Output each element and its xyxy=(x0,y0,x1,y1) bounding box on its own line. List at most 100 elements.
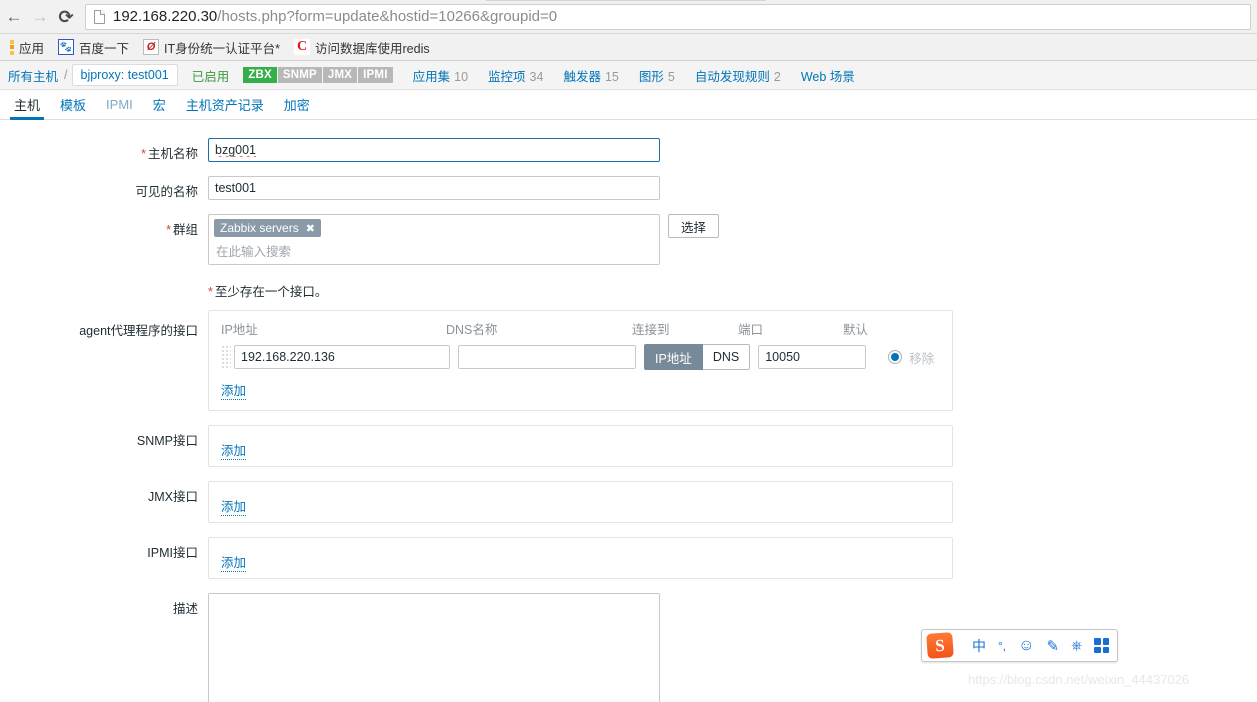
tab-templates[interactable]: 模板 xyxy=(50,90,96,119)
reload-icon[interactable]: ⟳ xyxy=(53,4,79,30)
breadcrumb-separator: / xyxy=(64,68,68,82)
toolbox-grid-icon[interactable] xyxy=(1088,638,1115,653)
table-row: IP地址 DNS 移除 xyxy=(221,344,940,370)
ipmi-interface-control: 添加 xyxy=(208,537,1257,579)
add-agent-interface-link[interactable]: 添加 xyxy=(221,380,247,400)
description-label: 描述 xyxy=(172,602,198,616)
punctuation-icon[interactable]: °, xyxy=(992,639,1012,653)
interface-ip-input[interactable] xyxy=(234,345,450,369)
breadcrumb-all-hosts[interactable]: 所有主机 xyxy=(6,66,60,85)
page-document-icon xyxy=(94,9,105,24)
chinese-mode-icon[interactable]: 中 xyxy=(966,636,992,656)
host-name-control xyxy=(208,138,1257,162)
required-marker: * xyxy=(166,223,171,237)
required-marker: * xyxy=(208,285,213,299)
drag-handle-icon[interactable] xyxy=(221,346,231,368)
breadcrumb-link-discovery-rules[interactable]: 自动发现规则 2 xyxy=(695,66,781,85)
connect-to-toggle: IP地址 DNS xyxy=(644,344,751,370)
field-row-agent-interface: agent代理程序的接口 IP地址 DNS名称 连接到 端口 默认 IP地址 D… xyxy=(0,310,1257,411)
emoji-icon[interactable]: ☺ xyxy=(1012,637,1040,655)
snmp-interface-box: 添加 xyxy=(208,425,953,467)
add-jmx-interface-link[interactable]: 添加 xyxy=(221,496,247,516)
connect-to-dns-button[interactable]: DNS xyxy=(702,344,751,370)
breadcrumb-link-graphs[interactable]: 图形 5 xyxy=(639,66,675,85)
breadcrumb-link-applications[interactable]: 应用集 10 xyxy=(413,66,468,85)
visible-name-control xyxy=(208,176,1257,200)
host-name-label: * 主机名称 xyxy=(0,138,208,162)
tab-macros[interactable]: 宏 xyxy=(143,90,176,119)
tab-encryption[interactable]: 加密 xyxy=(274,90,320,119)
bookmark-baidu[interactable]: 🐾 百度一下 xyxy=(52,36,135,59)
link-label: 触发器 xyxy=(563,69,601,84)
connect-to-ip-button[interactable]: IP地址 xyxy=(644,344,703,370)
select-groups-button[interactable]: 选择 xyxy=(668,214,720,238)
field-row-visible-name: 可见的名称 xyxy=(0,176,1257,200)
address-bar-url: 192.168.220.30/hosts.php?form=update&hos… xyxy=(113,8,557,25)
breadcrumb-current-host[interactable]: bjproxy: test001 xyxy=(71,64,178,86)
bookmark-label: 百度一下 xyxy=(79,41,130,56)
groups-label: * 群组 xyxy=(0,214,208,265)
sogou-logo-icon[interactable]: S xyxy=(926,632,954,659)
tab-ipmi[interactable]: IPMI xyxy=(96,90,143,119)
microphone-icon[interactable]: ⎈ xyxy=(1065,637,1088,654)
sogou-ime-toolbar: S 中 °, ☺ ✎ ⎈ xyxy=(921,629,1118,662)
interface-port-input[interactable] xyxy=(758,345,867,369)
link-count: 15 xyxy=(604,69,619,84)
visible-name-label: 可见的名称 xyxy=(135,185,198,199)
label-text: 群组 xyxy=(172,223,198,237)
tab-host-inventory[interactable]: 主机资产记录 xyxy=(176,90,274,119)
field-row-interface-hint: * 至少存在一个接口。 xyxy=(0,279,1257,300)
visible-name-input[interactable] xyxy=(208,176,660,200)
bookmark-bar: 应用 🐾 百度一下 Ø IT身份统一认证平台* C 访问数据库使用redis xyxy=(0,34,1257,61)
add-snmp-interface-link[interactable]: 添加 xyxy=(221,440,247,460)
add-ipmi-interface-link[interactable]: 添加 xyxy=(221,552,247,572)
bookmark-apps[interactable]: 应用 xyxy=(4,36,50,59)
close-icon[interactable]: ✖ xyxy=(306,222,315,235)
required-marker: * xyxy=(141,147,146,161)
column-header-ip: IP地址 xyxy=(221,323,258,337)
bookmark-redis-doc[interactable]: C 访问数据库使用redis xyxy=(288,36,436,59)
field-row-ipmi-interface: IPMI接口 添加 xyxy=(0,537,1257,579)
forward-arrow-icon[interactable]: → xyxy=(27,4,53,30)
bookmark-it-auth[interactable]: Ø IT身份统一认证平台* xyxy=(137,36,286,59)
zabbix-breadcrumb-bar: 所有主机 / bjproxy: test001 已启用 ZBX SNMP JMX… xyxy=(0,61,1257,90)
interface-hint: * 至少存在一个接口。 xyxy=(208,279,1257,300)
groups-multiselect[interactable]: Zabbix servers ✖ 在此输入搜索 xyxy=(208,214,660,265)
ipmi-interface-box: 添加 xyxy=(208,537,953,579)
snmp-interface-control: 添加 xyxy=(208,425,1257,467)
column-header-dns: DNS名称 xyxy=(446,323,498,337)
breadcrumb-link-items[interactable]: 监控项 34 xyxy=(488,66,543,85)
apps-grid-icon xyxy=(10,39,14,55)
snmp-interface-label: SNMP接口 xyxy=(136,434,198,448)
protocol-badge-snmp: SNMP xyxy=(277,67,323,83)
groups-search-placeholder[interactable]: 在此输入搜索 xyxy=(214,237,654,260)
field-row-jmx-interface: JMX接口 添加 xyxy=(0,481,1257,523)
description-textarea[interactable] xyxy=(208,593,660,702)
link-count: 34 xyxy=(529,69,544,84)
grid-glyph xyxy=(1094,638,1110,653)
agent-interface-control: IP地址 DNS名称 连接到 端口 默认 IP地址 DNS xyxy=(208,310,1257,411)
link-label: 应用集 xyxy=(412,69,451,84)
breadcrumb-link-triggers[interactable]: 触发器 15 xyxy=(563,66,618,85)
host-name-input[interactable] xyxy=(208,138,660,162)
back-arrow-icon[interactable]: ← xyxy=(1,4,27,30)
address-bar[interactable]: 192.168.220.30/hosts.php?form=update&hos… xyxy=(85,3,1251,30)
protocol-badge-jmx: JMX xyxy=(322,67,359,83)
default-radio[interactable] xyxy=(888,350,903,364)
groups-control: Zabbix servers ✖ 在此输入搜索 选择 xyxy=(208,214,1257,265)
group-chip[interactable]: Zabbix servers ✖ xyxy=(214,219,321,237)
protocol-badge-zbx: ZBX xyxy=(243,67,278,83)
host-status-badge: 已启用 xyxy=(191,69,230,84)
breadcrumb-link-web-scenarios[interactable]: Web 场景 xyxy=(801,66,855,85)
interface-dns-input[interactable] xyxy=(458,345,636,369)
jmx-interface-box: 添加 xyxy=(208,481,953,523)
column-header-port: 端口 xyxy=(738,323,764,337)
tab-host[interactable]: 主机 xyxy=(4,90,50,120)
handwriting-icon[interactable]: ✎ xyxy=(1040,637,1065,655)
browser-tab-stub xyxy=(486,0,766,1)
jmx-interface-label: JMX接口 xyxy=(147,490,198,504)
label-text: 主机名称 xyxy=(147,147,198,161)
field-row-groups: * 群组 Zabbix servers ✖ 在此输入搜索 选择 xyxy=(0,214,1257,265)
blog-watermark: https://blog.csdn.net/weixin_44437026 xyxy=(968,672,1190,687)
host-edit-form: *主机名称 可见的名称 *群组 Zabbix servers ✖ 在此输入搜索 … xyxy=(0,120,1257,702)
